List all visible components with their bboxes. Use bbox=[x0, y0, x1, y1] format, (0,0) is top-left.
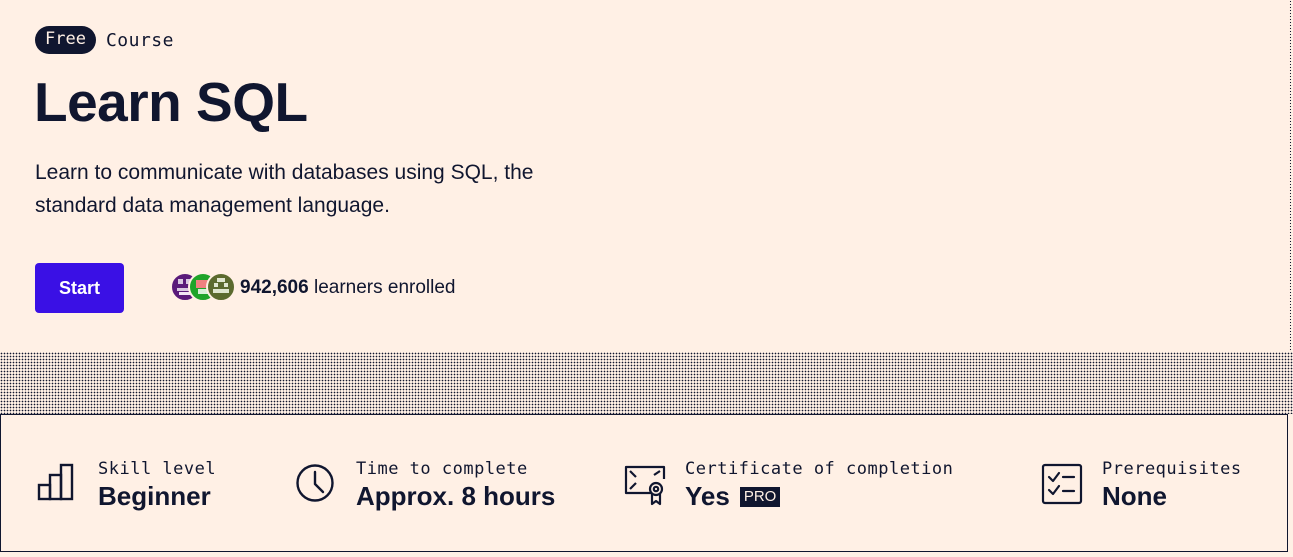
learner-avatar-olive bbox=[206, 272, 236, 302]
stat-value-text: Approx. 8 hours bbox=[356, 481, 556, 511]
stat-label: Time to complete bbox=[356, 459, 528, 479]
course-hero: Free Course Learn SQL Learn to communica… bbox=[0, 0, 1289, 352]
start-button[interactable]: Start bbox=[35, 263, 124, 313]
stat-value-text: Yes bbox=[685, 481, 730, 511]
learner-avatars bbox=[170, 272, 236, 302]
learners-label: learners enrolled bbox=[313, 277, 456, 298]
course-type-label: Course bbox=[105, 29, 174, 51]
course-tag-row: Free Course bbox=[35, 26, 174, 54]
stat-prerequisites: Prerequisites None bbox=[1041, 459, 1242, 513]
stat-time-to-complete: Time to complete Approx. 8 hours bbox=[295, 459, 555, 513]
stat-label: Skill level bbox=[98, 459, 217, 479]
page-title: Learn SQL bbox=[34, 71, 308, 133]
stat-label: Prerequisites bbox=[1102, 459, 1242, 479]
stat-skill-level: Skill level Beginner bbox=[37, 459, 216, 513]
stat-value: None bbox=[1102, 479, 1242, 513]
course-stats: Skill level Beginner Time to complete Ap… bbox=[0, 414, 1288, 552]
certificate-icon bbox=[624, 463, 668, 507]
pro-badge: PRO bbox=[739, 487, 781, 507]
learners-count: 942,606 bbox=[240, 277, 309, 298]
bar-chart-icon bbox=[37, 463, 81, 507]
stat-certificate: Certificate of completion Yes PRO bbox=[624, 459, 953, 513]
stat-value: Yes PRO bbox=[685, 479, 953, 513]
dotted-divider bbox=[0, 352, 1293, 414]
stat-label: Certificate of completion bbox=[685, 459, 954, 479]
stat-value-text: None bbox=[1102, 481, 1167, 511]
course-description: Learn to communicate with databases usin… bbox=[35, 161, 534, 217]
free-badge: Free bbox=[35, 26, 96, 54]
checklist-icon bbox=[1041, 463, 1085, 507]
stat-value: Approx. 8 hours bbox=[356, 479, 555, 513]
dotted-edge bbox=[1289, 0, 1293, 352]
stat-value-text: Beginner bbox=[98, 481, 211, 511]
learners-enrolled: 942,606 learners enrolled bbox=[240, 276, 456, 300]
clock-icon bbox=[295, 463, 339, 507]
stat-value: Beginner bbox=[98, 479, 216, 513]
